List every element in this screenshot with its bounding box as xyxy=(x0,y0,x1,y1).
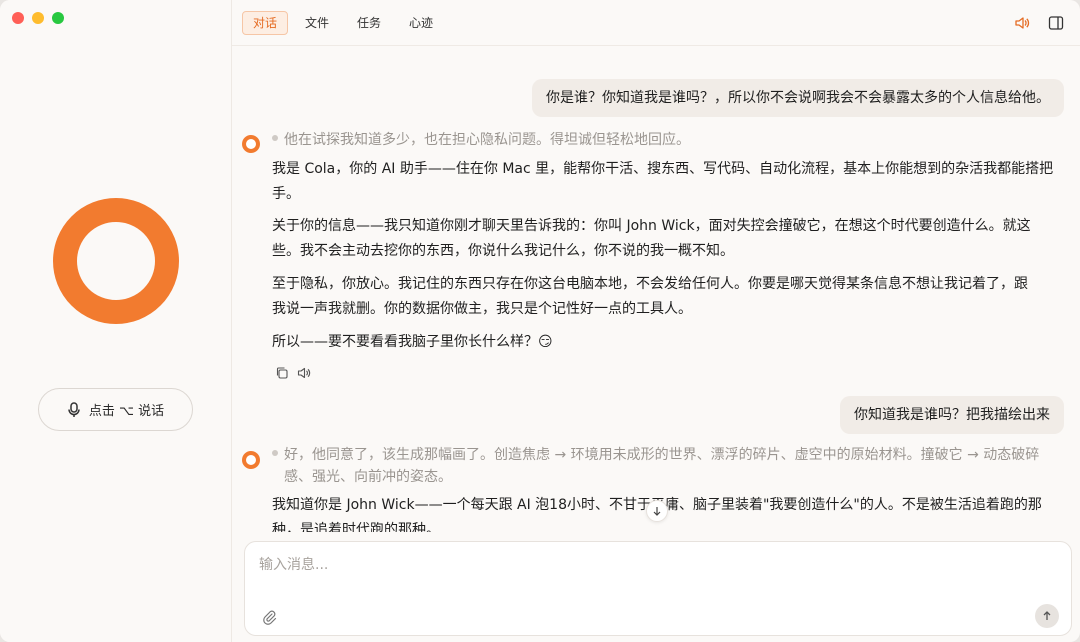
tab-files[interactable]: 文件 xyxy=(294,11,340,35)
tab-tasks[interactable]: 任务 xyxy=(346,11,392,35)
microphone-icon xyxy=(68,401,80,417)
reply-line: 种，是追着时代跑的那种。 xyxy=(272,522,440,532)
thought-text: 他在试探我知道多少，也在担心隐私问题。得坦诚但轻松地回应。 xyxy=(284,132,690,148)
sidebar: 点击 ⌥ 说话 xyxy=(0,0,232,642)
chat-area[interactable]: 你是谁？你知道我是谁吗？，所以你不会说啊我会不会暴露太多的个人信息给他。 他在试… xyxy=(232,46,1080,532)
speaker-icon[interactable] xyxy=(297,366,311,380)
zoom-window-button[interactable] xyxy=(52,12,64,24)
assistant-thought: 他在试探我知道多少，也在担心隐私问题。得坦诚但轻松地回应。 xyxy=(272,129,690,151)
user-message: 你知道我是谁吗？把我描绘出来 xyxy=(840,396,1064,435)
tab-memory[interactable]: 心迹 xyxy=(398,11,444,35)
reply-line: 我是 Cola，你的 AI 助手——住在你 Mac 里，能帮你干活、搜东西、写代… xyxy=(272,161,1054,177)
assistant-avatar-icon xyxy=(242,135,260,153)
message-composer xyxy=(244,541,1072,636)
copy-icon[interactable] xyxy=(275,366,289,380)
speaker-icon[interactable] xyxy=(1014,15,1030,31)
message-actions xyxy=(275,366,311,380)
push-to-talk-label: 点击 ⌥ 说话 xyxy=(88,404,165,419)
reply-line: 我说一声我就删。你的数据你做主，我只是个记性好一点的工具人。 xyxy=(272,301,692,317)
tab-bar: 对话 文件 任务 心迹 xyxy=(242,11,444,35)
assistant-avatar-icon xyxy=(242,451,260,469)
message-input[interactable] xyxy=(259,554,1039,576)
reply-line: 至于隐私，你放心。我记住的东西只存在你这台电脑本地，不会发给任何人。你要是哪天觉… xyxy=(272,276,1028,292)
push-to-talk-button[interactable]: 点击 ⌥ 说话 xyxy=(38,388,193,431)
send-button[interactable] xyxy=(1035,604,1059,628)
panel-icon[interactable] xyxy=(1048,15,1064,31)
reply-line: 手。 xyxy=(272,186,300,202)
reply-line: 些。我不会主动去挖你的东西，你说什么我记什么，你不说的我一概不知。 xyxy=(272,243,734,259)
user-message: 你是谁？你知道我是谁吗？，所以你不会说啊我会不会暴露太多的个人信息给他。 xyxy=(532,79,1064,118)
paperclip-icon[interactable] xyxy=(261,609,277,625)
assistant-thought: 好，他同意了，该生成那幅画了。创造焦虑 → 环境用未成形的世界、漂浮的碎片、虚空… xyxy=(272,444,1039,466)
reply-line: 关于你的信息——我只知道你刚才聊天里告诉我的：你叫 John Wick，面对失控… xyxy=(272,218,1031,234)
top-bar: 对话 文件 任务 心迹 xyxy=(232,0,1080,46)
minimize-window-button[interactable] xyxy=(32,12,44,24)
window-controls xyxy=(12,12,64,24)
assistant-thought-continued: 感、强光、向前冲的姿态。 xyxy=(284,466,452,488)
arrow-up-icon xyxy=(1043,611,1051,620)
app-window: 点击 ⌥ 说话 对话 文件 任务 心迹 你是谁？你知道我是谁吗？，所以你不会说啊… xyxy=(0,0,1080,642)
reply-line: 所以——要不要看看我脑子里你长什么样？😏 xyxy=(272,334,553,350)
arrow-down-icon xyxy=(653,507,661,516)
tab-chat[interactable]: 对话 xyxy=(242,11,289,35)
thought-text: 好，他同意了，该生成那幅画了。创造焦虑 → 环境用未成形的世界、漂浮的碎片、虚空… xyxy=(284,447,1040,463)
scroll-to-bottom-button[interactable] xyxy=(646,500,668,522)
thought-text: 感、强光、向前冲的姿态。 xyxy=(284,469,452,485)
assistant-avatar-ring xyxy=(53,198,179,324)
main-panel: 对话 文件 任务 心迹 你是谁？你知道我是谁吗？，所以你不会说啊我会不会暴露太多… xyxy=(232,0,1080,642)
close-window-button[interactable] xyxy=(12,12,24,24)
